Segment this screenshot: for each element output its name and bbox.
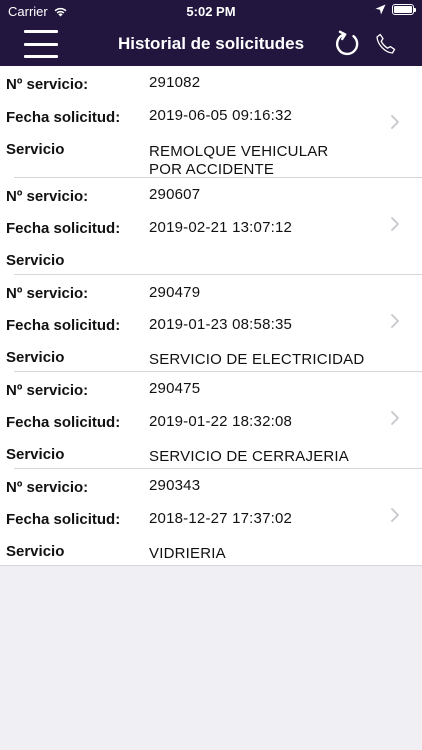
chevron-right-icon bbox=[391, 508, 399, 522]
request-date-label: Fecha solicitud: bbox=[6, 511, 121, 528]
request-date-label: Fecha solicitud: bbox=[6, 414, 121, 431]
service-label: Servicio bbox=[6, 349, 65, 366]
service-number-label: Nº servicio: bbox=[6, 285, 89, 302]
service-number-label: Nº servicio: bbox=[6, 76, 89, 93]
request-date-value: 2019-06-05 09:16:32 bbox=[149, 107, 293, 124]
service-label: Servicio bbox=[6, 252, 65, 269]
request-item[interactable]: Nº servicio: 290343 Fecha solicitud: 201… bbox=[0, 469, 422, 566]
hamburger-menu-icon[interactable] bbox=[24, 30, 58, 58]
service-label: Servicio bbox=[6, 543, 65, 560]
service-row: Servicio VIDRIERIA bbox=[0, 543, 422, 567]
request-date-value: 2019-01-23 08:58:35 bbox=[149, 316, 293, 333]
phone-icon[interactable] bbox=[374, 32, 398, 56]
status-time: 5:02 PM bbox=[186, 4, 236, 19]
chevron-right-icon bbox=[391, 411, 399, 425]
row-separator bbox=[0, 565, 422, 566]
refresh-icon[interactable] bbox=[333, 30, 361, 58]
service-row: Servicio REMOLQUE VEHICULAR POR ACCIDENT… bbox=[0, 141, 422, 178]
service-number-row: Nº servicio: 291082 bbox=[0, 74, 422, 100]
chevron-right-icon bbox=[391, 115, 399, 129]
service-number-value: 290607 bbox=[149, 186, 201, 203]
status-right-group bbox=[375, 4, 416, 15]
status-bar: Carrier 5:02 PM bbox=[0, 0, 422, 22]
service-number-value: 291082 bbox=[149, 74, 201, 91]
service-value: REMOLQUE VEHICULAR POR ACCIDENTE bbox=[149, 143, 329, 178]
service-number-value: 290475 bbox=[149, 380, 201, 397]
request-item[interactable]: Nº servicio: 291082 Fecha solicitud: 201… bbox=[0, 66, 422, 178]
service-row: Servicio SERVICIO DE ELECTRICIDAD bbox=[0, 349, 422, 373]
service-number-row: Nº servicio: 290343 bbox=[0, 477, 422, 503]
request-date-row: Fecha solicitud: 2019-01-23 08:58:35 bbox=[0, 316, 422, 341]
request-item[interactable]: Nº servicio: 290607 Fecha solicitud: 201… bbox=[0, 178, 422, 275]
request-date-value: 2018-12-27 17:37:02 bbox=[149, 510, 293, 527]
chevron-right-icon bbox=[391, 314, 399, 328]
service-value: VIDRIERIA bbox=[149, 545, 226, 562]
service-number-value: 290479 bbox=[149, 284, 201, 301]
battery-icon bbox=[392, 4, 416, 15]
service-number-row: Nº servicio: 290479 bbox=[0, 284, 422, 309]
service-row: Servicio SERVICIO DE CERRAJERIA bbox=[0, 446, 422, 470]
service-number-row: Nº servicio: 290475 bbox=[0, 380, 422, 406]
request-date-label: Fecha solicitud: bbox=[6, 220, 121, 237]
navigation-bar: Historial de solicitudes bbox=[0, 22, 422, 66]
service-row: Servicio bbox=[0, 252, 422, 276]
request-date-row: Fecha solicitud: 2019-02-21 13:07:12 bbox=[0, 219, 422, 244]
request-date-value: 2019-02-21 13:07:12 bbox=[149, 219, 293, 236]
service-number-label: Nº servicio: bbox=[6, 382, 89, 399]
service-number-value: 290343 bbox=[149, 477, 201, 494]
service-label: Servicio bbox=[6, 446, 65, 463]
service-number-label: Nº servicio: bbox=[6, 479, 89, 496]
location-arrow-icon bbox=[375, 4, 386, 15]
service-value: SERVICIO DE ELECTRICIDAD bbox=[149, 351, 365, 368]
service-number-row: Nº servicio: 290607 bbox=[0, 186, 422, 212]
request-date-row: Fecha solicitud: 2018-12-27 17:37:02 bbox=[0, 510, 422, 535]
request-date-value: 2019-01-22 18:32:08 bbox=[149, 413, 293, 430]
service-number-label: Nº servicio: bbox=[6, 188, 89, 205]
battery-fill bbox=[394, 6, 412, 13]
page-title: Historial de solicitudes bbox=[117, 34, 305, 53]
request-item[interactable]: Nº servicio: 290475 Fecha solicitud: 201… bbox=[0, 372, 422, 469]
request-item[interactable]: Nº servicio: 290479 Fecha solicitud: 201… bbox=[0, 275, 422, 372]
request-date-label: Fecha solicitud: bbox=[6, 109, 121, 126]
service-label: Servicio bbox=[6, 141, 65, 158]
request-date-row: Fecha solicitud: 2019-06-05 09:16:32 bbox=[0, 107, 422, 133]
service-value: SERVICIO DE CERRAJERIA bbox=[149, 448, 350, 465]
chevron-right-icon bbox=[391, 217, 399, 231]
requests-list: Nº servicio: 291082 Fecha solicitud: 201… bbox=[0, 66, 422, 566]
request-date-label: Fecha solicitud: bbox=[6, 317, 121, 334]
request-date-row: Fecha solicitud: 2019-01-22 18:32:08 bbox=[0, 413, 422, 438]
